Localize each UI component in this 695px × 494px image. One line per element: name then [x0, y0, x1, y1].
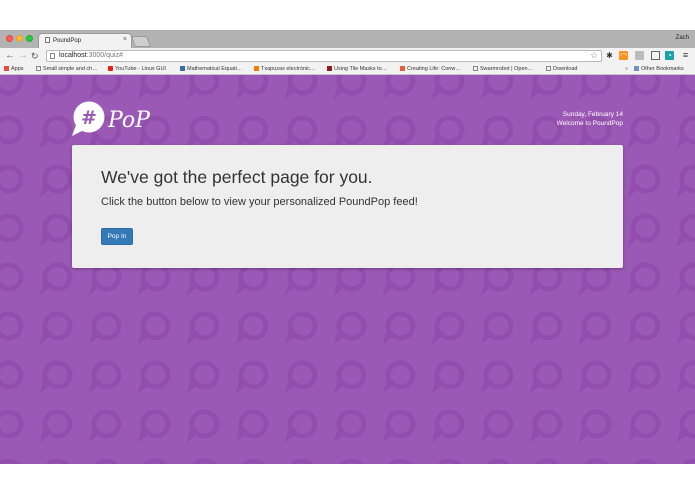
bookmark-item[interactable]: Mathematical Equati… — [180, 66, 242, 72]
w3-icon — [180, 66, 185, 71]
youtube-icon — [108, 66, 113, 71]
address-bar[interactable]: localhost:3000/quiz# ☆ — [46, 50, 602, 62]
tab-title: PoundPop — [53, 38, 82, 44]
site-icon — [327, 66, 332, 71]
window-close-button[interactable] — [6, 35, 13, 42]
rss-icon[interactable]: ◠ — [619, 51, 628, 60]
header-info: Sunday, February 14 Welcome to PoundPop — [557, 110, 623, 128]
window-maximize-button[interactable] — [26, 35, 33, 42]
menu-icon[interactable]: ≡ — [681, 51, 690, 60]
welcome-text: Welcome to PoundPop — [556, 120, 623, 127]
pocket-icon[interactable]: ◔ — [665, 51, 674, 60]
url-path: :3000/quiz# — [86, 52, 123, 59]
tab-strip: PoundPop × Zach — [0, 30, 695, 48]
subtitle: Click the button below to view your pers… — [101, 196, 418, 208]
page-icon — [546, 66, 551, 71]
bookmark-item[interactable]: YouTube - Linux GUI — [108, 66, 166, 72]
bookmark-item[interactable]: Download — [546, 66, 577, 72]
apps-grid-icon — [4, 66, 9, 71]
bookmark-item[interactable]: Swarmrobot | Open… — [473, 66, 533, 72]
close-tab-icon[interactable]: × — [123, 36, 127, 43]
reload-icon[interactable]: ↻ — [31, 49, 39, 63]
url-host: localhost — [59, 52, 87, 59]
welcome-card: We've got the perfect page for you. Clic… — [72, 145, 623, 268]
browser-toolbar: ← → ↻ localhost:3000/quiz# ☆ ✱ ◠ ◔ ≡ — [0, 48, 695, 64]
page-icon — [45, 37, 50, 43]
forward-arrow-icon[interactable]: → — [18, 49, 28, 63]
back-arrow-icon[interactable]: ← — [5, 49, 15, 63]
poundpop-logo: # PoP — [72, 101, 151, 136]
bookmark-item[interactable]: Txapuzas electrónic… — [254, 66, 315, 72]
logo-text: PoP — [107, 108, 151, 133]
page-icon — [473, 66, 478, 71]
window-minimize-button[interactable] — [16, 35, 23, 42]
new-tab-button[interactable] — [130, 36, 152, 47]
pop-in-button[interactable]: Pop In — [101, 228, 133, 245]
bookmarks-overflow-icon[interactable]: » — [625, 66, 628, 72]
site-icon — [400, 66, 405, 71]
tab-poundpop[interactable]: PoundPop × — [38, 33, 132, 48]
bookmarks-bar: Apps Small simple and ch… YouTube - Linu… — [0, 64, 695, 75]
headline: We've got the perfect page for you. — [101, 167, 373, 187]
bookmark-star-icon[interactable]: ☆ — [590, 50, 598, 61]
bookmark-item[interactable]: Small simple and ch… — [36, 66, 98, 72]
gear-extension-icon[interactable]: ✱ — [605, 51, 614, 60]
page-content: # PoP Sunday, February 14 Welcome to Pou… — [0, 75, 695, 464]
bookmark-item[interactable]: Creating Life: Conw… — [400, 66, 461, 72]
current-date: Sunday, February 14 — [562, 111, 623, 118]
other-bookmarks[interactable]: Other Bookmarks — [634, 66, 684, 72]
browser-window: PoundPop × Zach ← → ↻ localhost:3000/qui… — [0, 30, 695, 464]
bookmark-item[interactable]: Using Tile Masks to… — [327, 66, 387, 72]
extension-icon[interactable] — [635, 51, 644, 60]
folder-icon — [634, 66, 639, 71]
page-icon — [36, 66, 41, 71]
page-icon — [50, 53, 55, 59]
blogger-icon — [254, 66, 259, 71]
logo-hash: # — [81, 107, 97, 129]
bookmark-apps[interactable]: Apps — [4, 66, 24, 72]
profile-name[interactable]: Zach — [676, 35, 689, 41]
cast-icon[interactable] — [651, 51, 660, 60]
